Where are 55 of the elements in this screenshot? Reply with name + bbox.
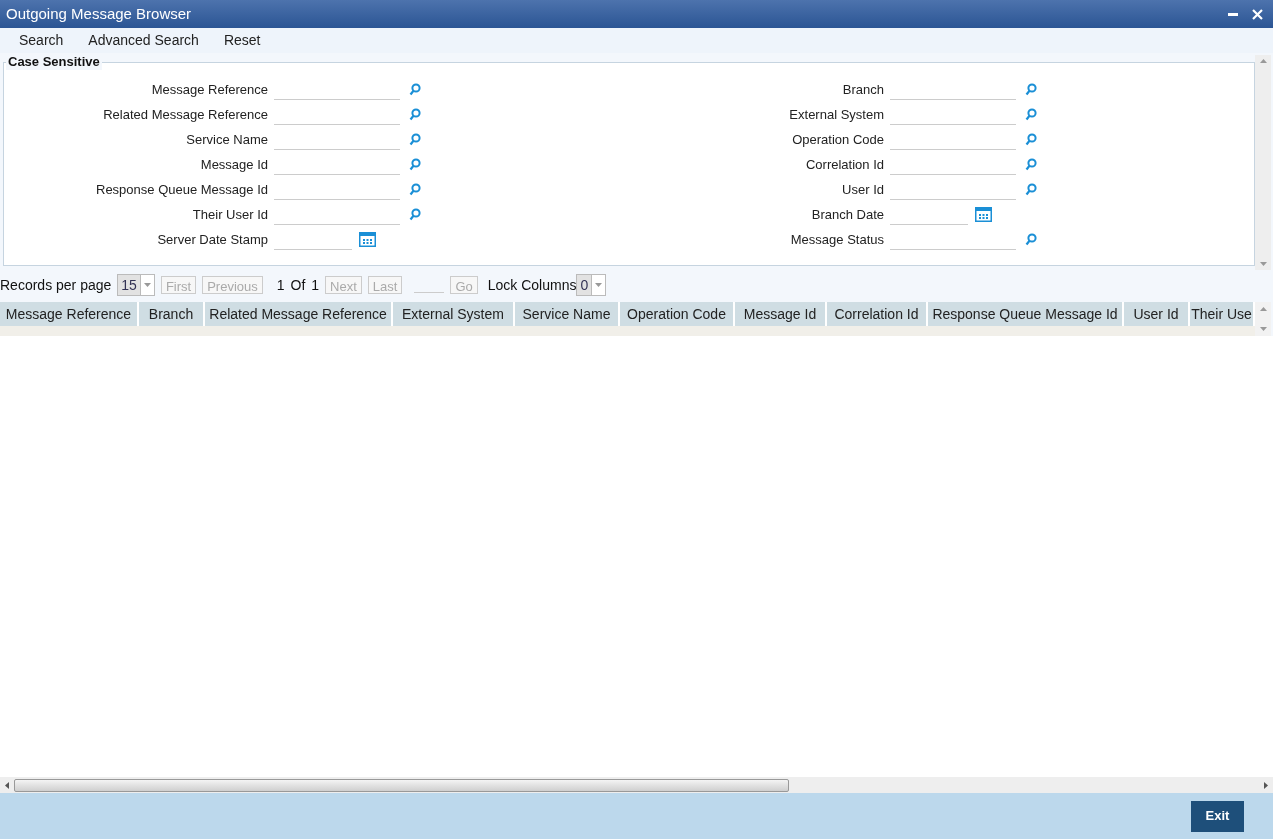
- of-label: Of: [290, 275, 306, 295]
- scrollbar[interactable]: [1255, 302, 1271, 336]
- scroll-up-icon[interactable]: [1259, 307, 1267, 311]
- search-icon[interactable]: [409, 108, 421, 121]
- field-label: Service Name: [185, 130, 269, 149]
- page-number: 1: [276, 275, 285, 295]
- field-label: Correlation Id: [804, 155, 885, 174]
- search-icon[interactable]: [409, 133, 421, 146]
- field-label: Their User Id: [191, 205, 269, 224]
- scroll-left-icon[interactable]: [5, 781, 9, 789]
- window-title: Outgoing Message Browser: [6, 3, 192, 24]
- search-icon[interactable]: [409, 183, 421, 196]
- caret-icon[interactable]: [143, 283, 151, 287]
- scroll-down-icon[interactable]: [1259, 327, 1267, 331]
- menu-item[interactable]: Advanced Search: [88, 30, 199, 51]
- lock-columns-select[interactable]: 0: [576, 274, 607, 296]
- records-select[interactable]: 15: [117, 274, 155, 296]
- field-label: Operation Code: [791, 130, 885, 149]
- field-label: Message Id: [199, 155, 269, 174]
- field-label: Message Reference: [150, 80, 269, 99]
- menu-item[interactable]: Reset: [223, 30, 261, 51]
- scrollbar[interactable]: [1255, 55, 1271, 270]
- field-label: Server Date Stamp: [156, 230, 269, 249]
- search-icon[interactable]: [1025, 158, 1037, 171]
- search-icon[interactable]: [409, 208, 421, 221]
- caret-icon[interactable]: [595, 283, 603, 287]
- field-label: Message Status: [789, 230, 885, 249]
- scrollbar-thumb[interactable]: [14, 778, 789, 792]
- close-icon[interactable]: [1252, 8, 1263, 20]
- search-icon[interactable]: [1025, 133, 1037, 146]
- search-icon[interactable]: [1025, 233, 1037, 246]
- scroll-up-icon[interactable]: [1259, 59, 1267, 63]
- exit-button[interactable]: Exit: [1191, 800, 1244, 832]
- calendar-icon[interactable]: [975, 207, 992, 222]
- search-icon[interactable]: [1025, 183, 1037, 196]
- page-total: 1: [311, 275, 320, 295]
- minimize-icon[interactable]: [1228, 12, 1238, 16]
- scroll-down-icon[interactable]: [1259, 262, 1267, 266]
- search-icon[interactable]: [1025, 108, 1037, 121]
- calendar-icon[interactable]: [359, 232, 376, 247]
- field-label: Branch: [841, 80, 885, 99]
- field-label: Response Queue Message Id: [95, 180, 269, 199]
- search-icon[interactable]: [409, 83, 421, 96]
- field-label: Related Message Reference: [102, 105, 269, 124]
- panel-title: Case Sensitive: [6, 54, 102, 70]
- field-label: User Id: [841, 180, 885, 199]
- search-icon[interactable]: [1025, 83, 1037, 96]
- scroll-right-icon[interactable]: [1264, 781, 1268, 789]
- menu-item[interactable]: Search: [19, 30, 64, 51]
- horizontal-scrollbar[interactable]: [0, 777, 1273, 793]
- lock-columns-label: Lock Columns: [487, 275, 577, 295]
- field-label: External System: [788, 105, 885, 124]
- field-label: Branch Date: [810, 205, 885, 224]
- search-icon[interactable]: [409, 158, 421, 171]
- records-label: Records per page: [0, 275, 112, 295]
